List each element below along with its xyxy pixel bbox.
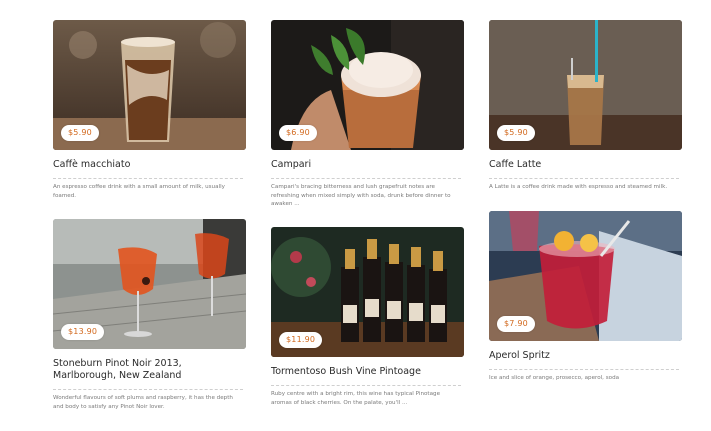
price-badge: $6.90 [279, 125, 317, 141]
item-description: Ruby centre with a bright rim, this wine… [271, 391, 441, 406]
item-description: Ice and slice of orange, prosecco, apero… [489, 375, 620, 381]
menu-card[interactable]: $7.90 Aperol Spritz Ice and slice of ora… [489, 211, 682, 383]
price-badge: $13.90 [61, 324, 105, 340]
drink-image[interactable]: $11.90 [271, 227, 464, 357]
menu-card[interactable]: $13.90 Stoneburn Pinot Noir 2013, Marlbo… [53, 219, 246, 411]
item-title[interactable]: Campari [271, 159, 461, 179]
item-title[interactable]: Stoneburn Pinot Noir 2013, Marlborough, … [53, 358, 243, 390]
price-badge: $7.90 [497, 316, 535, 332]
drink-image[interactable]: $5.90 [489, 20, 682, 150]
menu-card[interactable]: $11.90 Tormentoso Bush Vine Pintoage Rub… [271, 227, 464, 407]
item-title[interactable]: Caffe Latte [489, 159, 679, 179]
item-title[interactable]: Tormentoso Bush Vine Pintoage [271, 366, 461, 386]
price-badge: $5.90 [497, 125, 535, 141]
drink-image[interactable]: $13.90 [53, 219, 246, 349]
menu-card[interactable]: $5.90 Caffè macchiato An espresso coffee… [53, 20, 246, 200]
menu-card[interactable]: $6.90 Campari Campari's bracing bitterne… [271, 20, 464, 209]
drink-image[interactable]: $7.90 [489, 211, 682, 341]
item-description: A Latte is a coffee drink made with espr… [489, 184, 668, 190]
item-title[interactable]: Caffè macchiato [53, 159, 243, 179]
item-description: Campari's bracing bitterness and lush gr… [271, 184, 451, 207]
price-badge: $11.90 [279, 332, 323, 348]
menu-card[interactable]: $5.90 Caffe Latte A Latte is a coffee dr… [489, 20, 682, 192]
drink-image[interactable]: $5.90 [53, 20, 246, 150]
drink-image[interactable]: $6.90 [271, 20, 464, 150]
item-title[interactable]: Aperol Spritz [489, 350, 679, 370]
item-description: Wonderful flavours of soft plums and ras… [53, 395, 233, 410]
price-badge: $5.90 [61, 125, 99, 141]
item-description: An espresso coffee drink with a small am… [53, 184, 225, 199]
